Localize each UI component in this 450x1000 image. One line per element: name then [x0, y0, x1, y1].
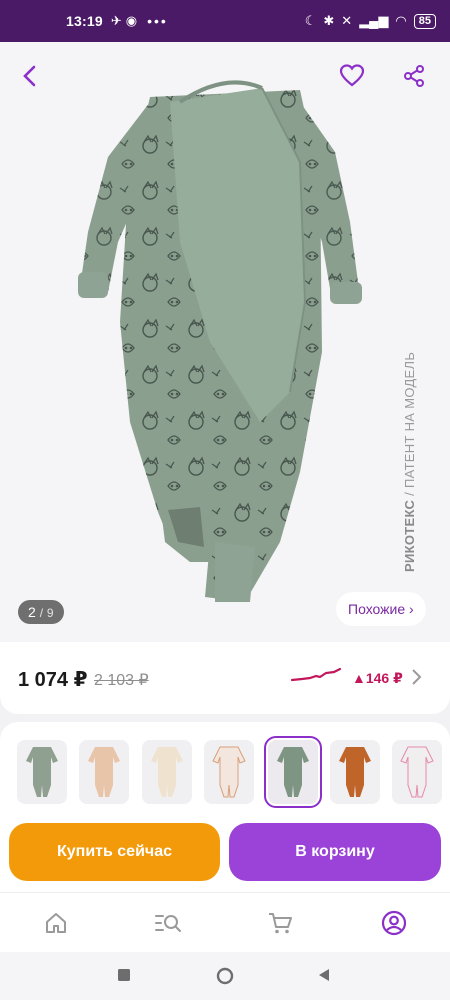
- recents-icon[interactable]: [117, 968, 131, 982]
- product-gallery[interactable]: РИКОТЕКС / ПАТЕНТ НА МОДЕЛЬ 2 / 9 Похожи…: [0, 42, 450, 642]
- similar-button[interactable]: Похожие ›: [336, 592, 426, 626]
- nav-home[interactable]: [42, 909, 70, 937]
- dnd-icon: ☾: [304, 13, 317, 28]
- catalog-search-icon: [155, 915, 181, 932]
- back-button[interactable]: [14, 60, 46, 92]
- profile-icon: [381, 910, 407, 936]
- chevron-right-icon[interactable]: [410, 666, 424, 688]
- nav-profile[interactable]: [380, 909, 408, 937]
- signal-icon: ▂▄▆: [359, 13, 389, 28]
- romper-thumb-icon: [339, 747, 371, 797]
- action-bar: Купить сейчас В корзину: [0, 812, 450, 892]
- add-to-cart-button[interactable]: В корзину: [229, 823, 441, 881]
- old-price: 2 103 ₽: [94, 672, 149, 689]
- romper-thumb-icon: [26, 747, 58, 797]
- thumbnail-5-selected[interactable]: [264, 736, 322, 808]
- nav-cart[interactable]: [266, 909, 294, 937]
- price-card: 1 074 ₽ 2 103 ₽ ▲146 ₽: [0, 642, 450, 714]
- thumbnail-7[interactable]: [392, 740, 442, 804]
- status-time: 13:19: [66, 13, 103, 29]
- romper-thumb-icon: [400, 746, 434, 798]
- nav-catalog[interactable]: [154, 909, 182, 937]
- romper-thumb-icon: [277, 747, 309, 797]
- product-image: [78, 80, 362, 602]
- buy-now-button[interactable]: Купить сейчас: [9, 823, 220, 881]
- current-price: 1 074 ₽: [18, 669, 88, 691]
- thumbnail-6[interactable]: [330, 740, 380, 804]
- battery-icon: 85: [413, 13, 436, 29]
- home-icon: [46, 913, 66, 933]
- variant-thumbnails: [0, 722, 450, 822]
- romper-thumb-icon: [151, 747, 183, 797]
- cart-icon: [269, 913, 292, 934]
- favorite-button[interactable]: [336, 60, 368, 92]
- brand-watermark: РИКОТЕКС / ПАТЕНТ НА МОДЕЛЬ: [402, 351, 417, 572]
- share-icon: [404, 65, 424, 87]
- status-right: ☾ ✱ ✕ ▂▄▆ ◠ 85: [305, 13, 436, 29]
- heart-icon: [339, 64, 365, 87]
- more-notifications-icon: •••: [147, 13, 168, 29]
- price-change: ▲146 ₽: [352, 670, 403, 686]
- notification-icons: ✈◉: [110, 13, 142, 28]
- romper-thumb-icon: [212, 746, 246, 798]
- chevron-left-icon: [23, 65, 36, 87]
- thumbnail-1[interactable]: [17, 740, 67, 804]
- romper-thumb-icon: [88, 747, 120, 797]
- system-nav-bar: [0, 952, 450, 1000]
- bluetooth-icon: ✱: [323, 13, 335, 28]
- thumbnail-3[interactable]: [142, 740, 192, 804]
- home-circle-icon[interactable]: [216, 967, 234, 985]
- price-history-sparkline[interactable]: [290, 664, 342, 686]
- thumbnail-2[interactable]: [79, 740, 129, 804]
- mute-icon: ✕: [341, 13, 353, 28]
- bottom-nav: [0, 892, 450, 952]
- thumbnail-4[interactable]: [204, 740, 254, 804]
- image-counter: 2 / 9: [18, 600, 64, 624]
- back-triangle-icon[interactable]: [317, 968, 331, 982]
- wifi-icon: ◠: [395, 13, 407, 28]
- status-bar: 13:19 ✈◉ ••• ☾ ✱ ✕ ▂▄▆ ◠ 85: [0, 0, 450, 42]
- share-button[interactable]: [398, 60, 430, 92]
